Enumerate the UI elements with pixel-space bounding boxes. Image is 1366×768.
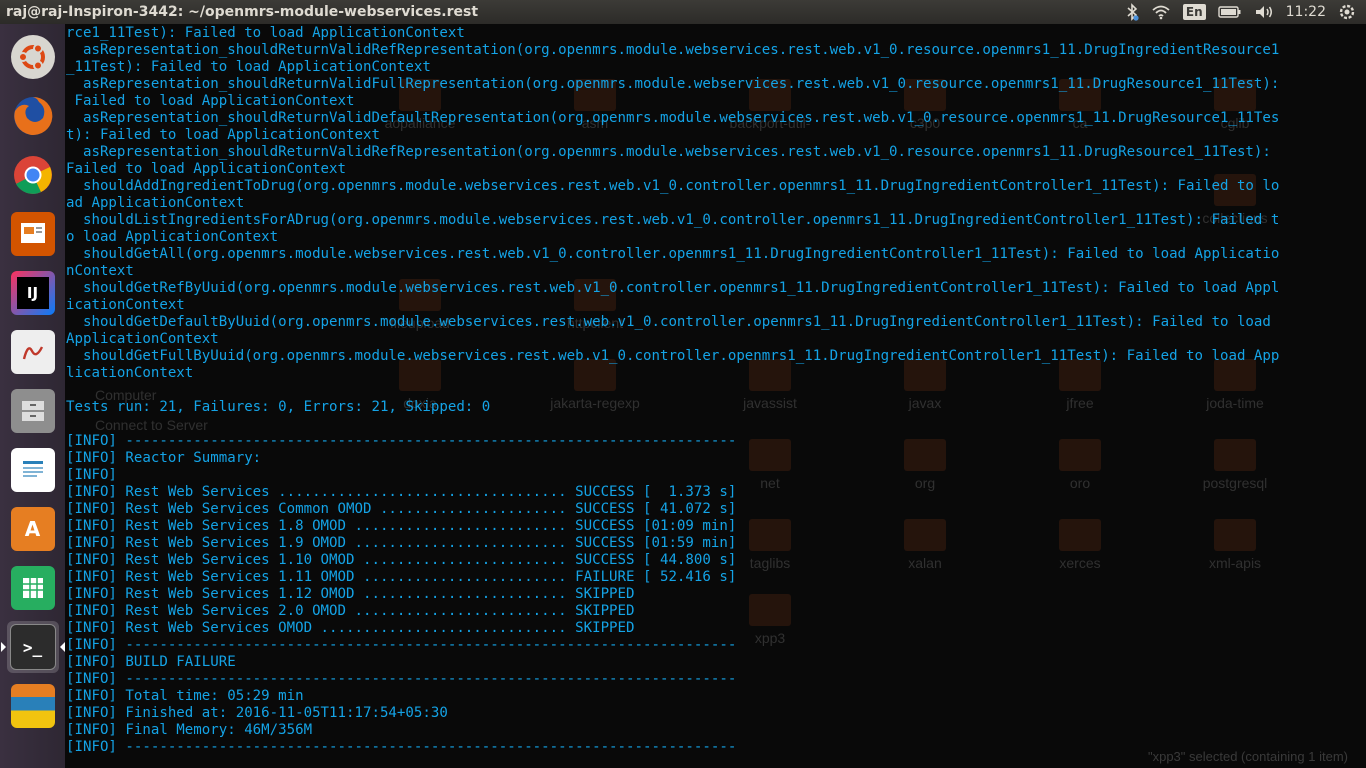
wifi-icon[interactable] bbox=[1151, 0, 1171, 24]
launcher-item-firefox[interactable] bbox=[7, 90, 59, 142]
intellij-icon: IJ bbox=[10, 271, 55, 315]
terminal-line: [INFO] Final Memory: 46M/356M bbox=[66, 722, 313, 738]
terminal-line: asRepresentation_shouldReturnValidRefRep… bbox=[66, 42, 1280, 58]
launcher-item-intellij[interactable]: IJ bbox=[7, 267, 59, 319]
terminal-line: [INFO] Rest Web Services 1.8 OMOD ......… bbox=[66, 518, 737, 534]
launcher-item-document-viewer[interactable] bbox=[7, 326, 59, 378]
launcher-item-writer[interactable] bbox=[7, 444, 59, 496]
terminal-line: Failed to load ApplicationContext bbox=[66, 93, 355, 109]
terminal-window[interactable]: aopalliance asm backport-util-c3p0 ca cglib c… bbox=[65, 24, 1366, 768]
presentation-icon bbox=[10, 212, 55, 256]
launcher-item-impress[interactable] bbox=[7, 208, 59, 260]
stacked-apps-icon bbox=[10, 684, 55, 728]
launcher-item-calc[interactable] bbox=[7, 562, 59, 614]
terminal-line: shouldListIngredientsForADrug(org.openmr… bbox=[66, 212, 1280, 228]
keyboard-layout-indicator[interactable]: En bbox=[1182, 0, 1206, 24]
launcher-item-misc-stack[interactable] bbox=[7, 680, 59, 732]
launcher: IJ A >_ bbox=[0, 24, 65, 768]
battery-icon[interactable] bbox=[1217, 0, 1242, 24]
pdf-icon bbox=[10, 330, 55, 374]
terminal-line: ApplicationContext bbox=[66, 331, 219, 347]
terminal-line: shouldAddIngredientToDrug(org.openmrs.mo… bbox=[66, 178, 1280, 194]
firefox-icon bbox=[11, 94, 55, 138]
terminal-line: Failed to load ApplicationContext bbox=[66, 161, 347, 177]
terminal-line: t): Failed to load ApplicationContext bbox=[66, 127, 380, 143]
terminal-line: [INFO] Finished at: 2016-11-05T11:17:54+… bbox=[66, 705, 448, 721]
launcher-item-terminal[interactable]: >_ bbox=[0, 621, 65, 673]
keyboard-layout-label: En bbox=[1182, 4, 1206, 20]
terminal-line: [INFO] BUILD FAILURE bbox=[66, 654, 236, 670]
bluetooth-icon[interactable] bbox=[1125, 0, 1139, 24]
launcher-item-chrome[interactable] bbox=[7, 149, 59, 201]
launcher-item-ubuntu-dash[interactable] bbox=[7, 31, 59, 83]
terminal-line: [INFO] Reactor Summary: bbox=[66, 450, 262, 466]
document-icon bbox=[10, 448, 55, 492]
terminal-line: [INFO] Rest Web Services 2.0 OMOD ......… bbox=[66, 603, 635, 619]
terminal-line: [INFO] bbox=[66, 467, 117, 483]
terminal-line: nContext bbox=[66, 263, 134, 279]
clock[interactable]: 11:22 bbox=[1286, 0, 1326, 24]
terminal-icon: >_ bbox=[9, 624, 56, 670]
terminal-line: icationContext bbox=[66, 297, 185, 313]
top-panel: raj@raj-Inspiron-3442: ~/openmrs-module-… bbox=[0, 0, 1366, 24]
terminal-line: Tests run: 21, Failures: 0, Errors: 21, … bbox=[66, 399, 491, 415]
launcher-item-software-center[interactable]: A bbox=[7, 503, 59, 555]
system-tray: En 11:22 bbox=[1125, 0, 1366, 24]
terminal-line: shouldGetAll(org.openmrs.module.webservi… bbox=[66, 246, 1280, 262]
window-title: raj@raj-Inspiron-3442: ~/openmrs-module-… bbox=[6, 4, 479, 20]
terminal-line: o load ApplicationContext bbox=[66, 229, 279, 245]
terminal-line: [INFO] Rest Web Services ...............… bbox=[66, 484, 737, 500]
terminal-line: licationContext bbox=[66, 365, 194, 381]
terminal-line: asRepresentation_shouldReturnValidDefaul… bbox=[66, 110, 1280, 126]
terminal-line: shouldGetRefByUuid(org.openmrs.module.we… bbox=[66, 280, 1280, 296]
launcher-item-files[interactable] bbox=[7, 385, 59, 437]
terminal-line: shouldGetDefaultByUuid(org.openmrs.modul… bbox=[66, 314, 1271, 330]
terminal-line: [INFO] ---------------------------------… bbox=[66, 637, 737, 653]
terminal-line: rce1_11Test): Failed to load Application… bbox=[66, 25, 465, 41]
terminal-line: asRepresentation_shouldReturnValidRefRep… bbox=[66, 144, 1271, 160]
terminal-line: _11Test): Failed to load ApplicationCont… bbox=[66, 59, 431, 75]
terminal-line: [INFO] ---------------------------------… bbox=[66, 739, 737, 755]
terminal-line: ad ApplicationContext bbox=[66, 195, 245, 211]
terminal-output[interactable]: rce1_11Test): Failed to load Application… bbox=[66, 25, 1356, 756]
terminal-line: shouldGetFullByUuid(org.openmrs.module.w… bbox=[66, 348, 1280, 364]
shopping-bag-icon: A bbox=[10, 507, 55, 551]
terminal-line: asRepresentation_shouldReturnValidFullRe… bbox=[66, 76, 1280, 92]
volume-icon[interactable] bbox=[1254, 0, 1274, 24]
terminal-line: [INFO] Rest Web Services 1.9 OMOD ......… bbox=[66, 535, 737, 551]
terminal-line: [INFO] Rest Web Services 1.12 OMOD .....… bbox=[66, 586, 635, 602]
terminal-line: [INFO] Total time: 05:29 min bbox=[66, 688, 304, 704]
chrome-icon bbox=[11, 153, 55, 197]
terminal-line: [INFO] Rest Web Services 1.11 OMOD .....… bbox=[66, 569, 737, 585]
terminal-line: [INFO] Rest Web Services 1.10 OMOD .....… bbox=[66, 552, 737, 568]
gear-icon[interactable] bbox=[1338, 0, 1356, 24]
terminal-line: [INFO] ---------------------------------… bbox=[66, 671, 737, 687]
ubuntu-logo-icon bbox=[10, 35, 55, 79]
terminal-line: [INFO] ---------------------------------… bbox=[66, 433, 737, 449]
terminal-line: [INFO] Rest Web Services OMOD ..........… bbox=[66, 620, 635, 636]
spreadsheet-icon bbox=[10, 566, 55, 610]
terminal-line: [INFO] Rest Web Services Common OMOD ...… bbox=[66, 501, 737, 517]
file-cabinet-icon bbox=[10, 389, 55, 433]
